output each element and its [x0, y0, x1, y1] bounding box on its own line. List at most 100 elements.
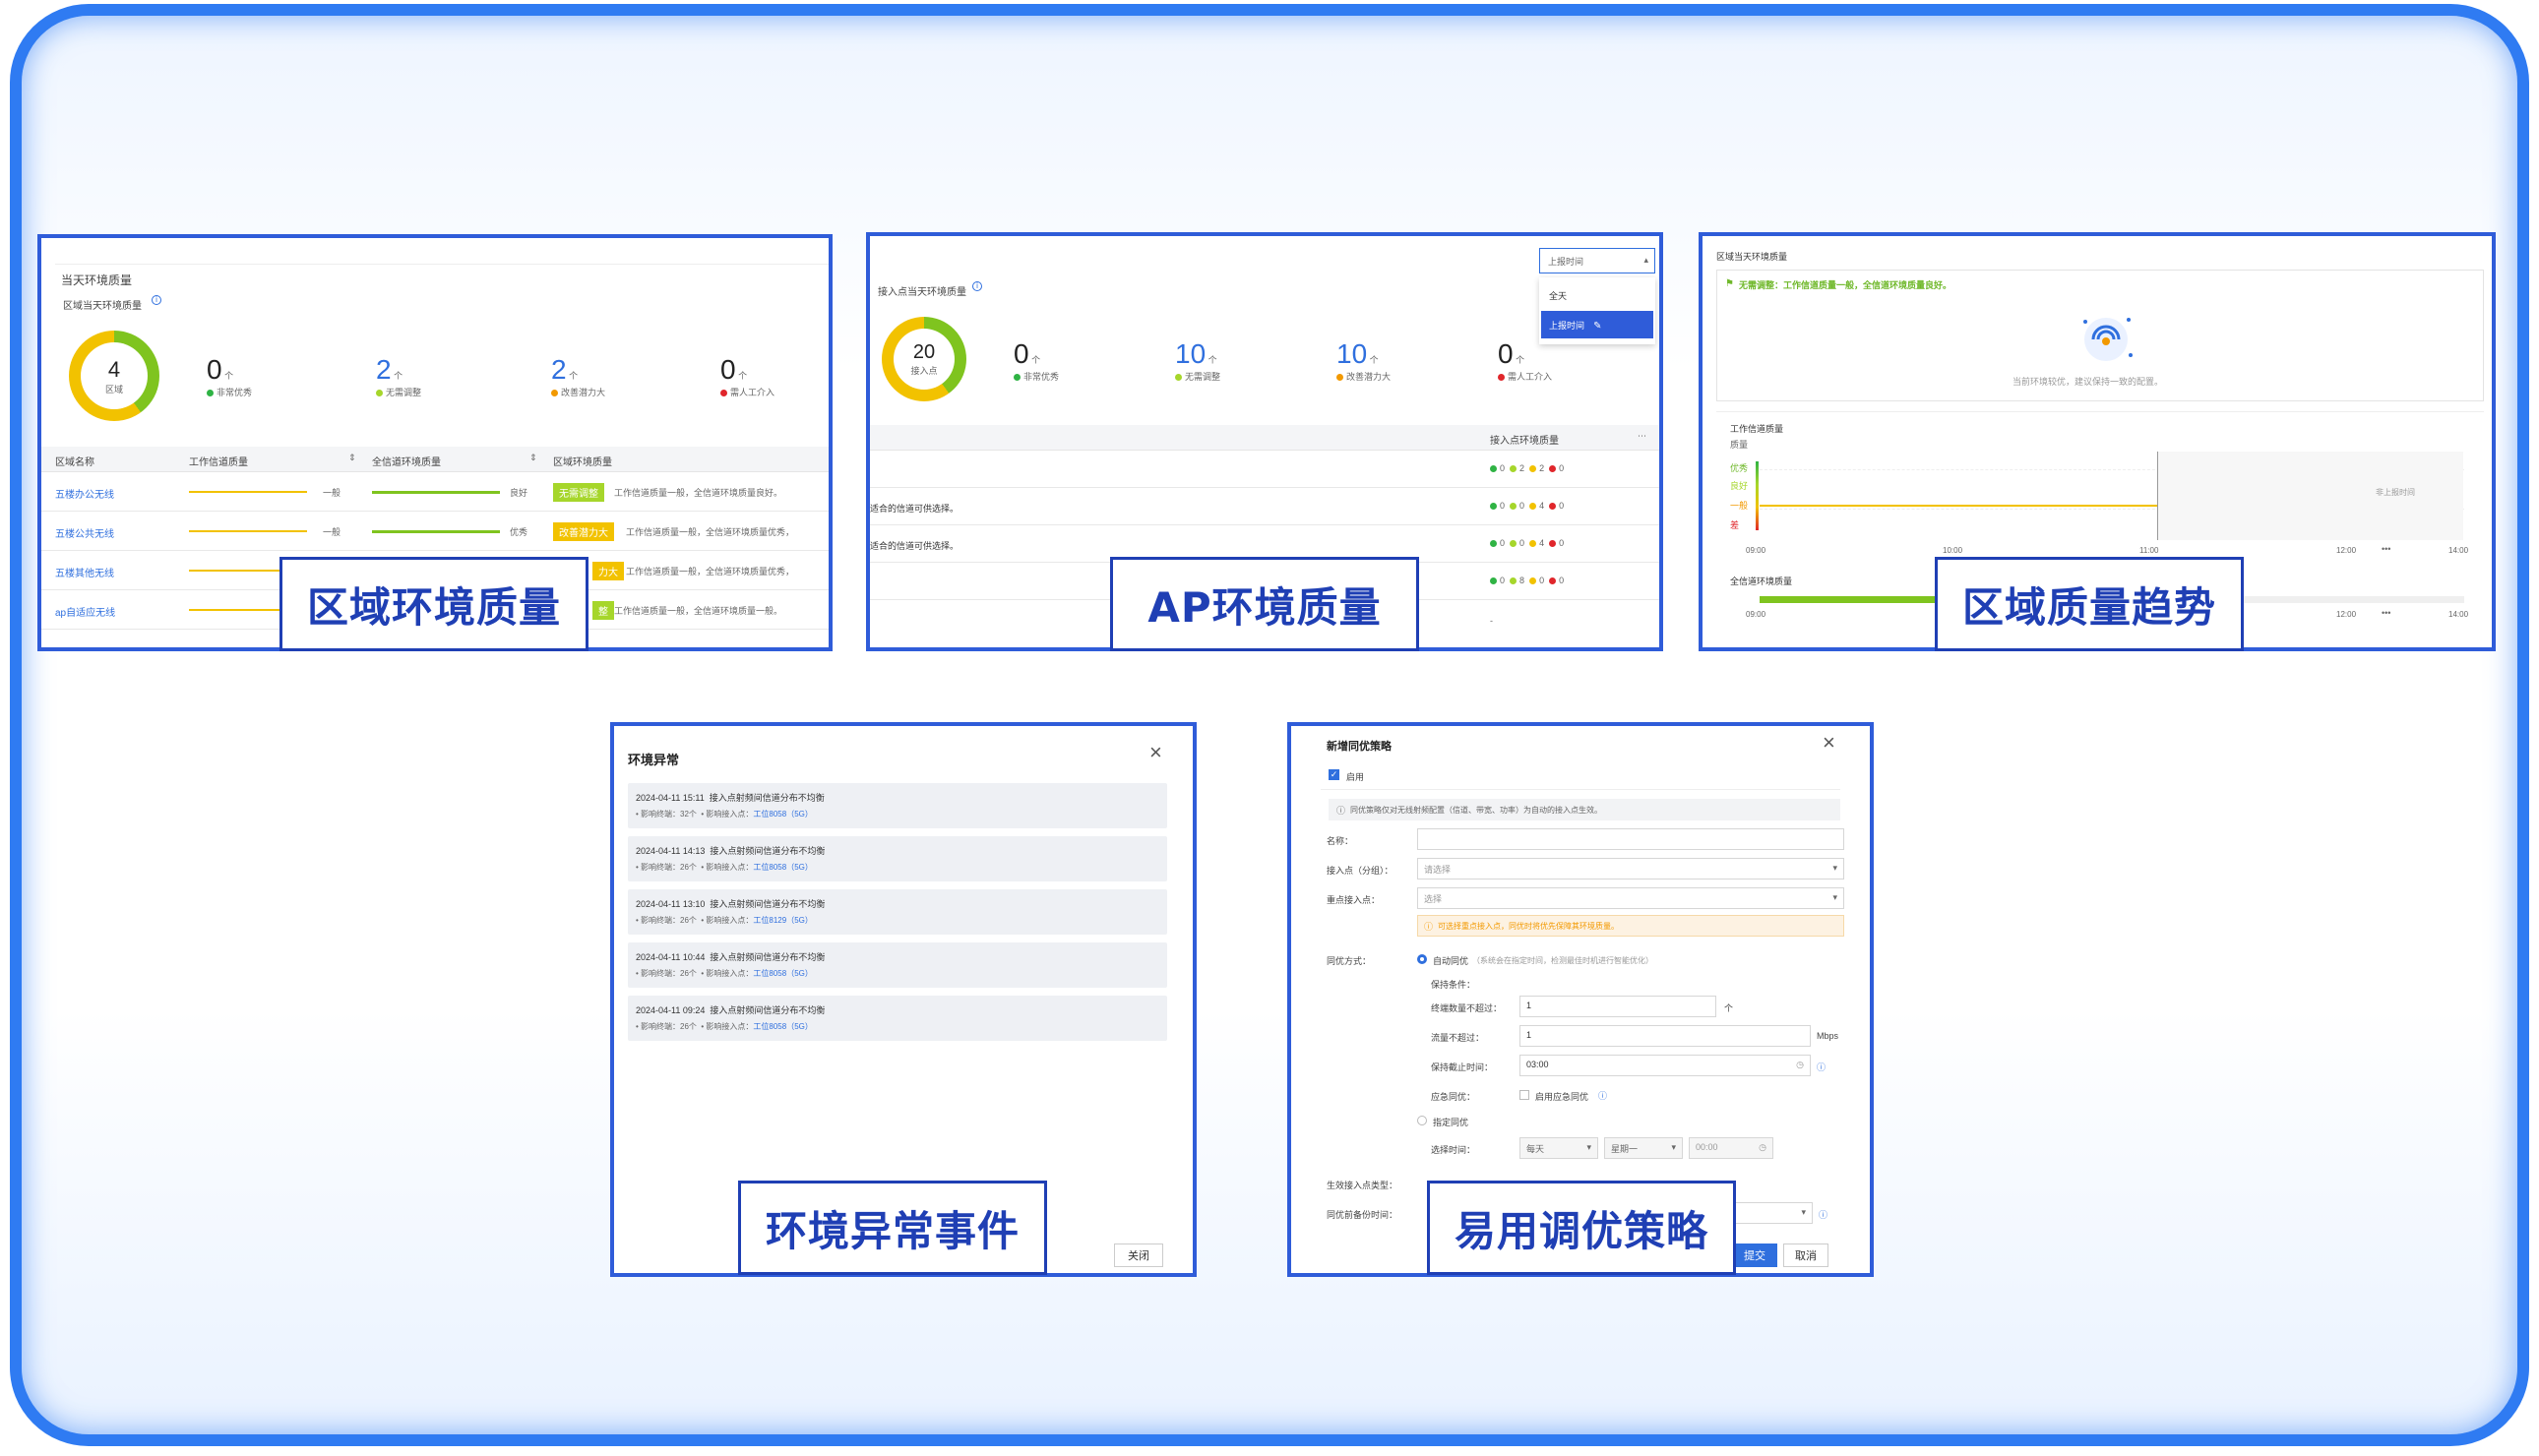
event-ap-link[interactable]: 工位8058（5G） — [753, 810, 812, 819]
stat-label: 无需调整 — [1185, 372, 1221, 382]
region-desc: 工作信道质量一般，全信道环境质量优秀， — [626, 527, 795, 537]
event-item[interactable]: 2024-04-11 10:44 接入点射频间信道分布不均衡 • 影响终端：26… — [628, 942, 1167, 988]
x-label: 12:00 — [2336, 546, 2357, 555]
cancel-button[interactable]: 取消 — [1783, 1244, 1828, 1267]
table-header: 接入点环境质量 ⋯ — [870, 425, 1659, 451]
stat-no-adjust[interactable]: 2 个 无需调整 — [376, 354, 421, 398]
dropdown-option-all-day[interactable]: 全天 — [1549, 289, 1567, 302]
more-icon[interactable]: ••• — [2382, 544, 2390, 554]
enable-label: 启用 — [1346, 772, 1365, 782]
more-icon[interactable]: ⋯ — [1638, 431, 1646, 442]
clients-label: 终端数量不超过： — [1431, 1003, 1503, 1013]
region-desc: 工作信道质量一般，全信道环境质量优秀， — [626, 567, 795, 576]
time-picker[interactable]: 00:00 ◷ — [1689, 1137, 1773, 1159]
stat-no-adjust[interactable]: 10 个 无需调整 — [1175, 338, 1220, 383]
dropdown-option-report-time[interactable]: 上报时间 ✎ — [1541, 311, 1653, 338]
stat-label: 非常优秀 — [217, 388, 253, 397]
mode-manual-label: 指定同优 — [1433, 1118, 1469, 1127]
info-icon[interactable]: ⓘ — [1819, 1208, 1827, 1221]
stat-excellent[interactable]: 0 个 非常优秀 — [1014, 338, 1059, 383]
event-item[interactable]: 2024-04-11 13:10 接入点射频间信道分布不均衡 • 影响终端：26… — [628, 889, 1167, 935]
mode-manual-radio[interactable] — [1417, 1116, 1427, 1125]
info-icon[interactable]: ⓘ — [1817, 1061, 1826, 1073]
column-header[interactable]: 全信道环境质量 — [372, 454, 441, 468]
day-select[interactable]: 每天 ▾ — [1519, 1137, 1598, 1159]
marker-label: 非上报时间 — [2376, 488, 2415, 497]
clients-input[interactable]: 1 — [1519, 996, 1716, 1017]
y-label: 差 — [1730, 520, 1740, 530]
emergency-check-label: 启用应急同优 — [1535, 1092, 1589, 1102]
event-ap-link[interactable]: 工位8058（5G） — [753, 863, 812, 872]
card-subheader: 接入点当天环境质量 — [878, 287, 966, 298]
row-text: 适合的信道可供选择。 — [870, 504, 960, 514]
close-button[interactable]: 关闭 — [1114, 1244, 1163, 1267]
status-badge: 无需调整 — [553, 483, 604, 502]
event-ap-link[interactable]: 工位8129（5G） — [753, 916, 812, 925]
stat-potential[interactable]: 10 个 改善潜力大 — [1336, 338, 1391, 383]
all-quality-bar — [372, 491, 500, 494]
event-ap-link[interactable]: 工位8058（5G） — [753, 1022, 812, 1031]
event-item[interactable]: 2024-04-11 09:24 接入点射频间信道分布不均衡 • 影响终端：26… — [628, 996, 1167, 1041]
enable-checkbox[interactable]: ✓ — [1329, 769, 1339, 780]
x-label: 09:00 — [1746, 610, 1766, 619]
column-header: 接入点环境质量 — [1490, 436, 1559, 447]
sort-icon[interactable]: ⇕ — [529, 453, 537, 463]
work-quality-sparkline — [189, 530, 307, 532]
warning-banner: ⓘ 可选择重点接入点，同优时将优先保障其环境质量。 — [1417, 915, 1844, 937]
ap-group-select[interactable]: 请选择 ▾ — [1417, 858, 1844, 880]
close-icon[interactable]: × — [1823, 730, 1835, 756]
week-select[interactable]: 星期一 ▾ — [1604, 1137, 1683, 1159]
warning-text: 可选择重点接入点，同优时将优先保障其环境质量。 — [1438, 922, 1619, 931]
status-dot — [1014, 373, 1021, 381]
key-ap-select[interactable]: 选择 ▾ — [1417, 887, 1844, 909]
traffic-input[interactable]: 1 — [1519, 1025, 1811, 1047]
column-header: 区域环境质量 — [553, 457, 612, 468]
y-label: 良好 — [1730, 481, 1749, 491]
ring-label: 接入点 — [910, 366, 938, 376]
info-icon[interactable]: i — [972, 281, 982, 291]
event-time: 2024-04-11 13:10 — [636, 899, 706, 909]
region-name-link[interactable]: 五楼其他无线 — [55, 565, 114, 579]
event-count: 32个 — [680, 810, 697, 819]
more-icon[interactable]: ••• — [2382, 608, 2390, 618]
time-select[interactable]: 上报时间 ▴ — [1539, 248, 1655, 273]
trigger-label: 保持条件： — [1431, 980, 1476, 990]
region-name-link[interactable]: ap自适应无线 — [55, 604, 115, 619]
region-name-link[interactable]: 五楼公共无线 — [55, 525, 114, 540]
sort-icon[interactable]: ⇕ — [348, 453, 356, 463]
event-time: 2024-04-11 09:24 — [636, 1005, 706, 1015]
stat-manual[interactable]: 0 个 需人工介入 — [720, 354, 774, 398]
deadline-time-picker[interactable]: 03:00 ◷ — [1519, 1055, 1811, 1076]
non-report-shade — [2158, 452, 2463, 540]
quality-counts: 0 8 0 0 — [1490, 576, 1564, 585]
stat-value: 0 — [720, 354, 736, 385]
status-dot — [720, 389, 727, 396]
event-ap-link[interactable]: 工位8058（5G） — [753, 969, 812, 978]
stat-value: 0 — [1498, 338, 1514, 369]
backup-time-label: 同优前备份时间： — [1327, 1210, 1398, 1220]
column-header[interactable]: 工作信道质量 — [189, 454, 248, 468]
info-text: 同优策略仅对无线射频配置（信道、带宽、功率）为自动的接入点生效。 — [1350, 806, 1602, 815]
stat-manual[interactable]: 0 个 需人工介入 — [1498, 338, 1552, 383]
info-icon[interactable]: ⓘ — [1598, 1089, 1607, 1102]
event-count: 26个 — [680, 1022, 697, 1031]
chart-axis-label: 质量 — [1730, 440, 1749, 450]
submit-button[interactable]: 提交 — [1732, 1244, 1777, 1267]
work-quality-chart: 工作信道质量 质量 优秀 良好 一般 差 非上报时间 09:00 10:00 1… — [1716, 411, 2484, 559]
close-icon[interactable]: × — [1149, 740, 1162, 765]
stat-potential[interactable]: 2 个 改善潜力大 — [551, 354, 605, 398]
event-item[interactable]: 2024-04-11 15:11 接入点射频间信道分布不均衡 • 影响终端：32… — [628, 783, 1167, 828]
mode-auto-radio[interactable] — [1417, 954, 1427, 964]
event-time: 2024-04-11 14:13 — [636, 846, 706, 856]
event-item[interactable]: 2024-04-11 14:13 接入点射频间信道分布不均衡 • 影响终端：26… — [628, 836, 1167, 881]
info-icon: ⓘ — [1336, 806, 1346, 816]
event-title: 接入点射频间信道分布不均衡 — [710, 1005, 826, 1015]
status-badge: 整 — [592, 601, 614, 620]
info-icon[interactable]: i — [152, 295, 161, 305]
region-name-link[interactable]: 五楼办公无线 — [55, 486, 114, 501]
name-input[interactable] — [1417, 828, 1844, 850]
emergency-checkbox[interactable] — [1519, 1090, 1529, 1100]
stat-excellent[interactable]: 0 个 非常优秀 — [207, 354, 252, 398]
table-row: 五楼办公无线 一般 良好 无需调整 工作信道质量一般，全信道环境质量良好。 — [41, 472, 829, 512]
quality-color-axis — [1756, 461, 1759, 530]
